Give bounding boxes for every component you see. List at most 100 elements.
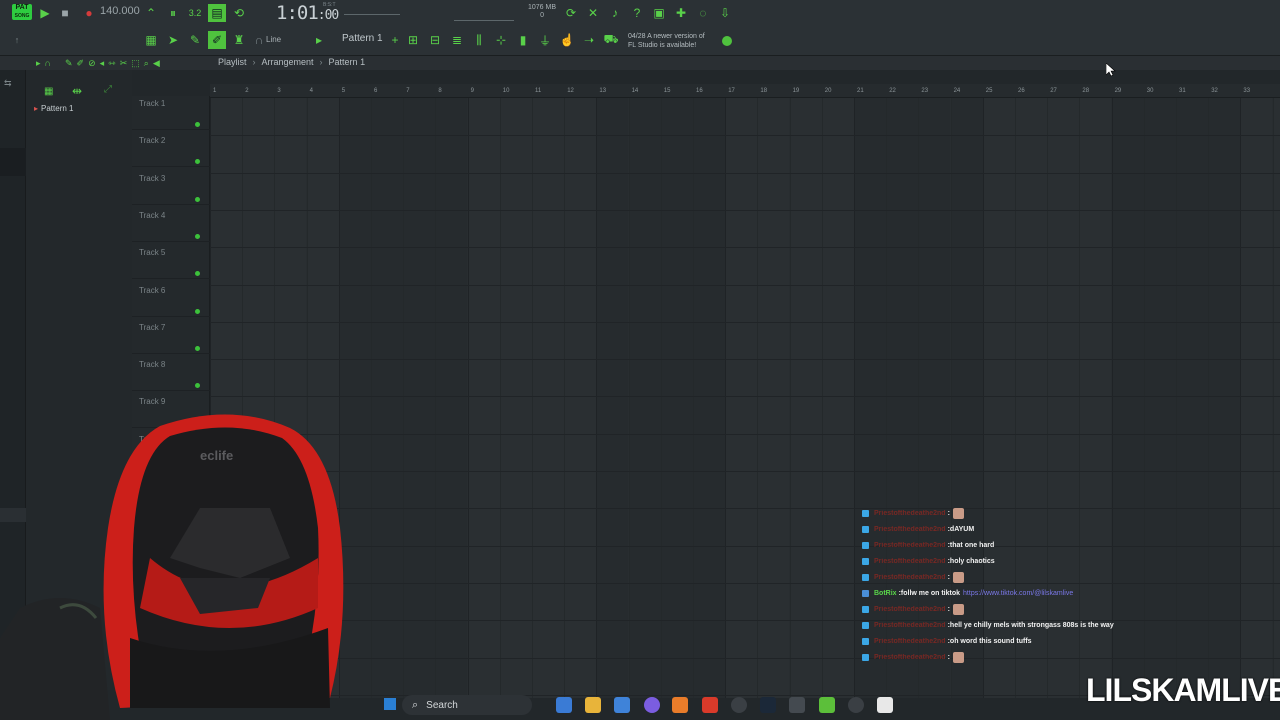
channel-rack-icon[interactable]: ≣ (448, 31, 466, 49)
obs-icon[interactable] (731, 697, 747, 713)
stamp-icon[interactable]: ♜ (230, 31, 248, 49)
slip-tool-icon[interactable]: ⇿ (108, 58, 116, 69)
view-playlist-icon[interactable]: ▦ (142, 31, 160, 49)
blend-notes-icon[interactable]: ▤ (208, 4, 226, 22)
select-tool-icon[interactable]: ⬚ (131, 58, 140, 69)
track-mute-led-icon[interactable] (195, 383, 200, 389)
update-notice[interactable]: 04/28 A newer version of FL Studio is av… (628, 32, 705, 50)
stop-icon[interactable]: ■ (56, 4, 74, 22)
app-icon[interactable] (789, 697, 805, 713)
piano-roll-icon[interactable]: ⊟ (426, 31, 444, 49)
file-explorer-icon[interactable] (585, 697, 601, 713)
loop-record-icon[interactable]: ⟲ (230, 4, 248, 22)
playlist-window-icon[interactable]: ⊞ (404, 31, 422, 49)
track-mute-led-icon[interactable] (195, 159, 200, 165)
fl-studio-taskbar-icon[interactable] (672, 697, 688, 713)
tempo-display[interactable]: 140.000 (100, 5, 140, 21)
snap-selector[interactable]: Line (266, 35, 281, 44)
track-mute-led-icon[interactable] (195, 233, 200, 239)
store-icon[interactable] (614, 697, 630, 713)
zoom-tool-icon[interactable]: ⌕ (144, 58, 149, 69)
chat-username[interactable]: Priestofthedeathe2nd (874, 558, 946, 565)
capcut-icon[interactable] (877, 697, 893, 713)
pattern-selector[interactable]: Pattern 1 (342, 33, 383, 44)
steam-icon[interactable] (760, 697, 776, 713)
chat-username[interactable]: Priestofthedeathe2nd (874, 606, 946, 613)
track-mute-led-icon[interactable] (195, 122, 200, 127)
track-mute-led-icon[interactable] (195, 196, 200, 202)
brave-icon[interactable] (702, 697, 718, 713)
track-header[interactable]: Track 5 (132, 242, 210, 280)
send-icon[interactable]: ➝ (580, 31, 598, 49)
copilot-icon[interactable] (556, 697, 572, 713)
master-volume-slider[interactable] (344, 14, 400, 15)
pattern-prev-icon[interactable]: ▸ (310, 31, 328, 49)
countdown-icon[interactable]: 3.2 (186, 4, 204, 22)
track-header[interactable]: Track 3 (132, 168, 210, 205)
chat-username[interactable]: Priestofthedeathe2nd (874, 574, 946, 581)
pat-song-toggle[interactable]: PAT SONG (12, 4, 32, 20)
breadcrumb-playlist[interactable]: Playlist (218, 57, 247, 67)
breadcrumb-pattern[interactable]: Pattern 1 (329, 57, 366, 67)
pattern-list-item[interactable]: ▸ Pattern 1 (34, 104, 73, 113)
draw-tool-icon[interactable]: ✎ (65, 58, 73, 69)
timeline-ruler[interactable]: 1 2 3 4 5 6 7 8 9 10 11 12 13 14 15 16 17 18 19 20 21 22 23 24 2… (210, 84, 1280, 98)
4k-icon[interactable] (848, 697, 864, 713)
picker-view-icon[interactable]: ▦ (44, 86, 53, 97)
track-header[interactable]: Track 7 (132, 317, 210, 354)
track-mute-led-icon[interactable] (195, 271, 200, 277)
refresh-icon[interactable]: ⟳ (562, 4, 580, 22)
chat-username[interactable]: Priestofthedeathe2nd (874, 654, 946, 661)
paint-tool-icon[interactable]: ✐ (77, 58, 85, 69)
playlist-menu-arrow-icon[interactable]: ▸ (36, 58, 41, 69)
mixer-icon[interactable]: ⫼ (470, 31, 488, 49)
mic-icon[interactable]: ♪ (606, 4, 624, 22)
slice-tool-icon[interactable]: ✂ (120, 58, 128, 69)
track-header[interactable]: Track 8 (132, 354, 210, 392)
picker-split-icon[interactable]: ⇹ (72, 84, 82, 98)
bluestacks-icon[interactable] (819, 697, 835, 713)
playback-tool-icon[interactable]: ◀ (153, 58, 160, 69)
touch-icon[interactable]: ☝ (558, 31, 576, 49)
track-header[interactable]: Track 2 (132, 130, 210, 168)
master-pitch-slider[interactable] (454, 20, 514, 21)
track-header[interactable]: Track 1 (132, 93, 210, 130)
play-icon[interactable]: ▶ (36, 4, 54, 22)
mute-tool-icon[interactable]: ◂ (100, 58, 105, 69)
update-indicator-icon[interactable] (722, 36, 732, 46)
save-icon[interactable]: ▣ (650, 4, 668, 22)
metronome-icon[interactable]: ⌃ (142, 4, 160, 22)
track-header[interactable]: Track 4 (132, 205, 210, 242)
magnet-tool-icon[interactable]: ∩ (45, 58, 51, 69)
chat-username[interactable]: Priestofthedeathe2nd (874, 542, 946, 549)
taskbar-search[interactable]: ⌕ Search (402, 695, 532, 715)
add-pattern-icon[interactable]: + (386, 31, 404, 49)
chat-username[interactable]: Priestofthedeathe2nd (874, 526, 946, 533)
track-mute-led-icon[interactable] (195, 345, 200, 351)
delete-tool-icon[interactable]: ⊘ (88, 58, 96, 69)
chat-username[interactable]: BotRix (874, 590, 897, 597)
picker-diagonal-icon[interactable]: ⤢ (104, 84, 112, 95)
wait-icon[interactable]: ⏸ (164, 4, 182, 22)
discord-icon[interactable] (644, 697, 660, 713)
chat-username[interactable]: Priestofthedeathe2nd (874, 638, 946, 645)
chat-username[interactable]: Priestofthedeathe2nd (874, 510, 946, 517)
chat-link[interactable]: https://www.tiktok.com/@lilskamlive (963, 590, 1073, 597)
browser-toggle-icon[interactable]: ⇆ (4, 78, 12, 89)
track-header[interactable]: Track 6 (132, 280, 210, 317)
help-icon[interactable]: ? (628, 4, 646, 22)
plug-icon[interactable]: ⏚ (536, 31, 554, 49)
breadcrumb-arrangement[interactable]: Arrangement (262, 57, 314, 67)
record-icon[interactable]: ● (80, 4, 98, 22)
download-icon[interactable]: ⇩ (716, 4, 734, 22)
browser-icon[interactable]: ⊹ (492, 31, 510, 49)
cart-icon[interactable]: ⛟ (602, 31, 620, 49)
start-icon[interactable] (384, 698, 396, 710)
chat-username[interactable]: Priestofthedeathe2nd (874, 622, 946, 629)
cpu-icon[interactable]: ✕ (584, 4, 602, 22)
track-mute-led-icon[interactable] (195, 308, 200, 314)
plugin-icon[interactable]: ✚ (672, 4, 690, 22)
arrow-icon[interactable]: ➤ (164, 31, 182, 49)
draw-icon[interactable]: ✎ (186, 31, 204, 49)
chat-icon[interactable]: ◌ (694, 4, 712, 22)
